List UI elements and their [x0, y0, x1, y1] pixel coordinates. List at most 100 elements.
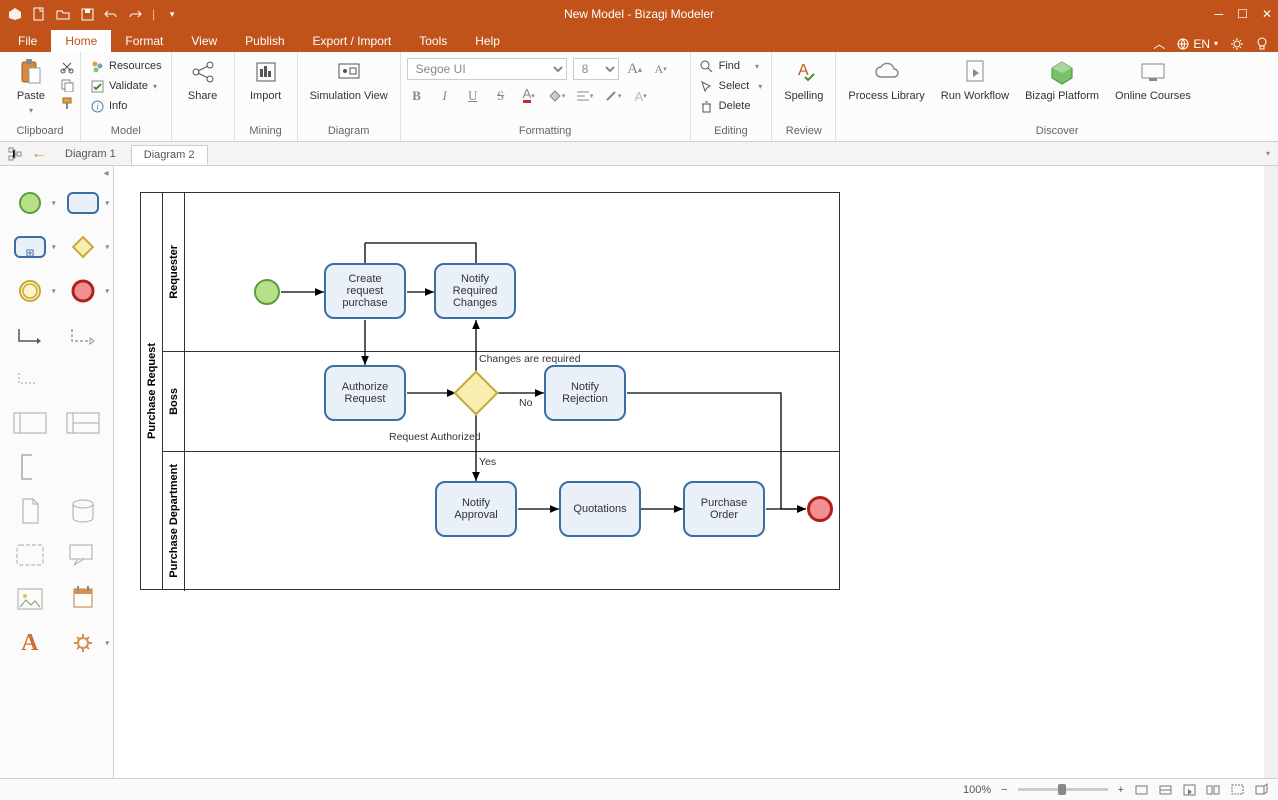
palette-sequence-flow[interactable]	[10, 320, 50, 350]
view-mode-3-icon[interactable]	[1182, 783, 1196, 797]
font-size-select[interactable]: 8	[573, 58, 619, 80]
undo-icon[interactable]	[104, 7, 118, 21]
menu-tab-help[interactable]: Help	[461, 30, 514, 52]
menu-tab-format[interactable]: Format	[111, 30, 177, 52]
lightbulb-icon[interactable]	[1256, 37, 1268, 51]
tabs-overflow-icon[interactable]: ▾	[1266, 149, 1270, 158]
palette-callout[interactable]	[63, 540, 103, 570]
import-button[interactable]: Import	[241, 56, 291, 104]
palette-gear[interactable]: ▾	[63, 628, 103, 658]
palette-text[interactable]: A	[10, 628, 50, 658]
delete-button[interactable]: Delete	[697, 98, 766, 114]
menu-tab-export[interactable]: Export / Import	[299, 30, 406, 52]
diagram-back-icon[interactable]: ←	[28, 144, 50, 164]
run-workflow-button[interactable]: Run Workflow	[935, 56, 1015, 104]
share-button[interactable]: Share	[178, 56, 228, 104]
palette-image[interactable]	[10, 584, 50, 614]
diagram-canvas[interactable]: Purchase Request Requester Boss Purchase…	[114, 166, 1278, 778]
zoom-slider[interactable]	[1018, 788, 1108, 791]
bpmn-end-event[interactable]	[807, 496, 833, 522]
collapse-ribbon-icon[interactable]: ︿	[1153, 35, 1165, 52]
view-mode-4-icon[interactable]	[1206, 783, 1220, 797]
task-notify-reject[interactable]: Notify Rejection	[544, 365, 626, 421]
zoom-out-button[interactable]: −	[1001, 784, 1007, 796]
save-icon[interactable]	[80, 7, 94, 21]
menu-tab-tools[interactable]: Tools	[405, 30, 461, 52]
bold-icon[interactable]: B	[407, 86, 427, 106]
bizagi-platform-button[interactable]: Bizagi Platform	[1019, 56, 1105, 104]
palette-subprocess[interactable]: ▾	[10, 232, 50, 262]
settings-icon[interactable]	[1230, 37, 1244, 51]
strike-icon[interactable]: S	[491, 86, 511, 106]
language-picker[interactable]: EN ▾	[1177, 37, 1218, 51]
increase-font-icon[interactable]: A▴	[625, 59, 645, 79]
open-icon[interactable]	[56, 7, 70, 21]
task-create-request[interactable]: Create request purchase	[324, 263, 406, 319]
task-quotations[interactable]: Quotations	[559, 481, 641, 537]
task-purchase-order[interactable]: Purchase Order	[683, 481, 765, 537]
decrease-font-icon[interactable]: A▾	[651, 59, 671, 79]
validate-button[interactable]: Validate ▾	[87, 78, 165, 94]
select-button[interactable]: Select ▾	[697, 78, 766, 94]
vertical-scrollbar[interactable]	[1264, 166, 1278, 778]
close-button[interactable]: ✕	[1262, 7, 1272, 21]
fill-color-icon[interactable]: ▾	[547, 86, 567, 106]
palette-lane[interactable]	[63, 408, 103, 438]
new-icon[interactable]	[32, 7, 46, 21]
palette-start-event[interactable]: ▾	[10, 188, 50, 218]
palette-message-flow[interactable]	[63, 320, 103, 350]
zoom-in-button[interactable]: +	[1118, 784, 1124, 796]
bpmn-pool[interactable]: Purchase Request Requester Boss Purchase…	[140, 192, 840, 590]
simulation-button[interactable]: Simulation View	[304, 56, 394, 104]
align-icon[interactable]: ▾	[575, 86, 595, 106]
view-mode-2-icon[interactable]	[1158, 783, 1172, 797]
palette-milestone[interactable]	[63, 584, 103, 614]
menu-tab-home[interactable]: Home	[51, 30, 111, 52]
palette-annotation[interactable]	[10, 452, 50, 482]
palette-pool[interactable]	[10, 408, 50, 438]
palette-collapse-icon[interactable]: ◂	[99, 166, 113, 180]
qat-more-icon[interactable]: ▾	[165, 7, 179, 21]
paste-button[interactable]: Paste ▾	[6, 56, 56, 117]
view-mode-1-icon[interactable]	[1134, 783, 1148, 797]
italic-icon[interactable]: I	[435, 86, 455, 106]
diagram-tree-icon[interactable]	[4, 144, 26, 164]
maximize-button[interactable]: ☐	[1237, 7, 1248, 21]
menu-tab-publish[interactable]: Publish	[231, 30, 298, 52]
palette-task[interactable]: ▾	[63, 188, 103, 218]
palette-end-event[interactable]: ▾	[63, 276, 103, 306]
copy-icon[interactable]	[60, 78, 74, 92]
diagram-tab-1[interactable]: Diagram 1	[52, 144, 129, 164]
task-notify-changes[interactable]: Notify Required Changes	[434, 263, 516, 319]
info-button[interactable]: i Info	[87, 98, 165, 114]
gateway-decision[interactable]	[453, 370, 498, 415]
process-library-button[interactable]: Process Library	[842, 56, 930, 104]
font-color-icon[interactable]: A▾	[519, 86, 539, 106]
find-button[interactable]: Find ▾	[697, 58, 766, 74]
menu-file[interactable]: File	[4, 30, 51, 52]
underline-icon[interactable]: U	[463, 86, 483, 106]
palette-data-object[interactable]	[10, 496, 50, 526]
palette-intermediate-event[interactable]: ▾	[10, 276, 50, 306]
task-authorize[interactable]: Authorize Request	[324, 365, 406, 421]
diagram-tab-2[interactable]: Diagram 2	[131, 145, 208, 165]
menu-tab-view[interactable]: View	[177, 30, 231, 52]
resources-button[interactable]: Resources	[87, 58, 165, 74]
view-mode-5-icon[interactable]	[1230, 783, 1244, 797]
palette-data-store[interactable]	[63, 496, 103, 526]
line-color-icon[interactable]: ▾	[603, 86, 623, 106]
redo-icon[interactable]	[128, 7, 142, 21]
palette-gateway[interactable]: ▾	[63, 232, 103, 262]
format-painter-icon[interactable]	[60, 96, 74, 110]
view-mode-6-icon[interactable]	[1254, 783, 1268, 797]
online-courses-button[interactable]: Online Courses	[1109, 56, 1197, 104]
bpmn-start-event[interactable]	[254, 279, 280, 305]
palette-group[interactable]	[10, 540, 50, 570]
palette-association[interactable]	[10, 364, 50, 394]
task-notify-approval[interactable]: Notify Approval	[435, 481, 517, 537]
minimize-button[interactable]: ─	[1215, 7, 1224, 21]
cut-icon[interactable]	[60, 60, 74, 74]
font-family-select[interactable]: Segoe UI	[407, 58, 567, 80]
spelling-button[interactable]: A Spelling	[778, 56, 829, 104]
clear-format-icon[interactable]: A▾	[631, 86, 651, 106]
